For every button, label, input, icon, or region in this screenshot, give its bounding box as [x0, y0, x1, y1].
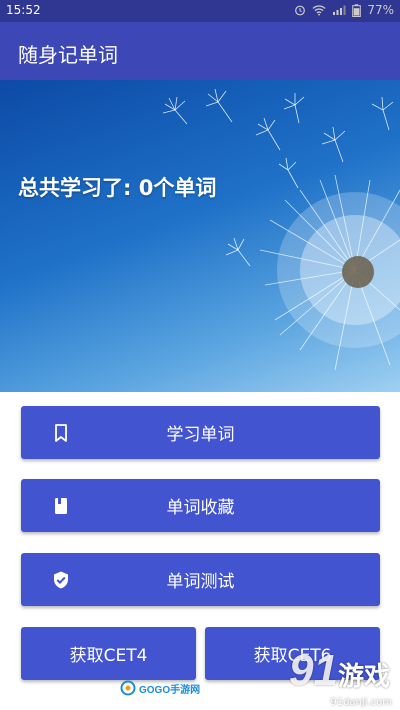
word-test-label: 单词测试 — [166, 572, 235, 592]
wifi-icon — [312, 5, 326, 16]
hero-banner: 总共学习了: 0个单词 — [0, 80, 400, 392]
dandelion-image — [162, 88, 400, 371]
alarm-icon — [295, 5, 306, 16]
get-cet4-label: 获取CET4 — [69, 646, 148, 666]
bookmark-icon — [55, 423, 67, 442]
gogo-watermark: GOGO手游网 — [120, 680, 200, 696]
status-bar: 15:52 77% — [0, 0, 400, 22]
app-bar: 随身记单词 — [0, 22, 400, 80]
words-learned-count: 总共学习了: 0个单词 — [18, 176, 217, 200]
status-time: 15:52 — [6, 3, 41, 17]
gogo-watermark-text: GOGO手游网 — [139, 684, 201, 696]
site-watermark-number: 91 — [289, 646, 338, 695]
battery-level: 77% — [367, 3, 394, 17]
learn-words-label: 学习单词 — [166, 425, 235, 445]
learn-words-button[interactable]: 学习单词 — [21, 406, 380, 459]
word-favorites-label: 单词收藏 — [166, 498, 235, 518]
status-icons: 77% — [294, 3, 394, 17]
site-watermark-text: 游戏 — [337, 661, 390, 691]
page-title: 随身记单词 — [18, 43, 118, 67]
site-watermark-domain: 91danji.com — [330, 697, 392, 708]
verified-check-icon — [54, 571, 68, 588]
signal-icon — [333, 5, 346, 15]
gogo-logo-icon — [120, 680, 136, 696]
word-test-button[interactable]: 单词测试 — [21, 553, 380, 606]
book-icon — [55, 497, 67, 514]
site-watermark: 91游戏 — [289, 646, 390, 696]
battery-icon — [352, 3, 362, 17]
get-cet4-button[interactable]: 获取CET4 — [21, 627, 196, 680]
word-favorites-button[interactable]: 单词收藏 — [21, 479, 380, 532]
